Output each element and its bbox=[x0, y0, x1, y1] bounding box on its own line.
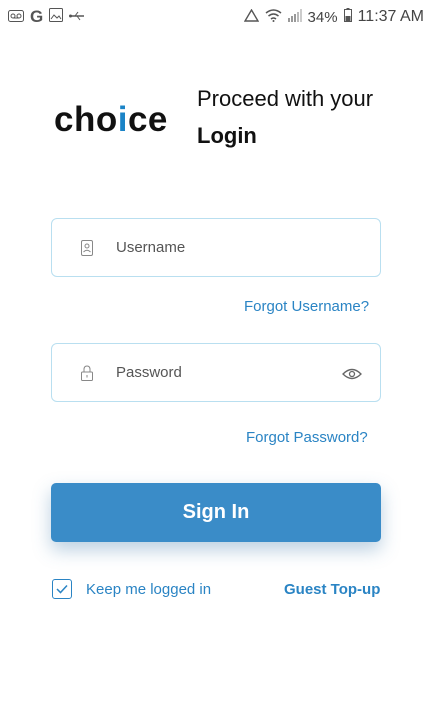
wifi-icon bbox=[265, 8, 282, 26]
keep-logged-in-option[interactable]: Keep me logged in bbox=[52, 579, 211, 599]
voicemail-icon bbox=[8, 9, 24, 26]
battery-icon bbox=[343, 8, 352, 26]
status-bar: G 34% 11:37 AM bbox=[0, 0, 432, 34]
password-placeholder: Password bbox=[116, 364, 182, 381]
image-icon bbox=[49, 8, 64, 26]
keep-logged-in-checkbox[interactable] bbox=[52, 579, 72, 599]
username-field[interactable]: Username bbox=[51, 218, 381, 277]
guest-topup-link[interactable]: Guest Top-up bbox=[284, 581, 380, 598]
sign-in-button[interactable]: Sign In bbox=[51, 483, 381, 542]
keep-logged-in-label[interactable]: Keep me logged in bbox=[86, 581, 211, 598]
show-password-eye-icon[interactable] bbox=[342, 364, 362, 384]
status-bar-left: G bbox=[8, 7, 85, 27]
forgot-password-link[interactable]: Forgot Password? bbox=[246, 429, 368, 446]
clock: 11:37 AM bbox=[357, 8, 424, 25]
warning-triangle-icon bbox=[243, 8, 259, 26]
user-card-icon bbox=[78, 239, 96, 257]
status-bar-right: 34% 11:37 AM bbox=[243, 8, 424, 26]
google-icon: G bbox=[30, 7, 44, 26]
forgot-username-link[interactable]: Forgot Username? bbox=[244, 298, 369, 315]
password-field[interactable]: Password bbox=[51, 343, 381, 402]
signal-icon bbox=[287, 8, 302, 26]
heading-line-1: Proceed with your bbox=[197, 86, 374, 111]
choice-logo: choice bbox=[54, 100, 168, 140]
usb-icon bbox=[69, 9, 85, 26]
heading-line-2: Login bbox=[197, 123, 257, 148]
battery-percent: 34% bbox=[307, 8, 338, 26]
logo-text-i: i bbox=[117, 100, 128, 139]
logo-text-end: ce bbox=[127, 100, 168, 139]
lock-icon bbox=[78, 364, 96, 382]
username-placeholder: Username bbox=[116, 239, 186, 256]
logo-text-start: cho bbox=[54, 100, 118, 139]
